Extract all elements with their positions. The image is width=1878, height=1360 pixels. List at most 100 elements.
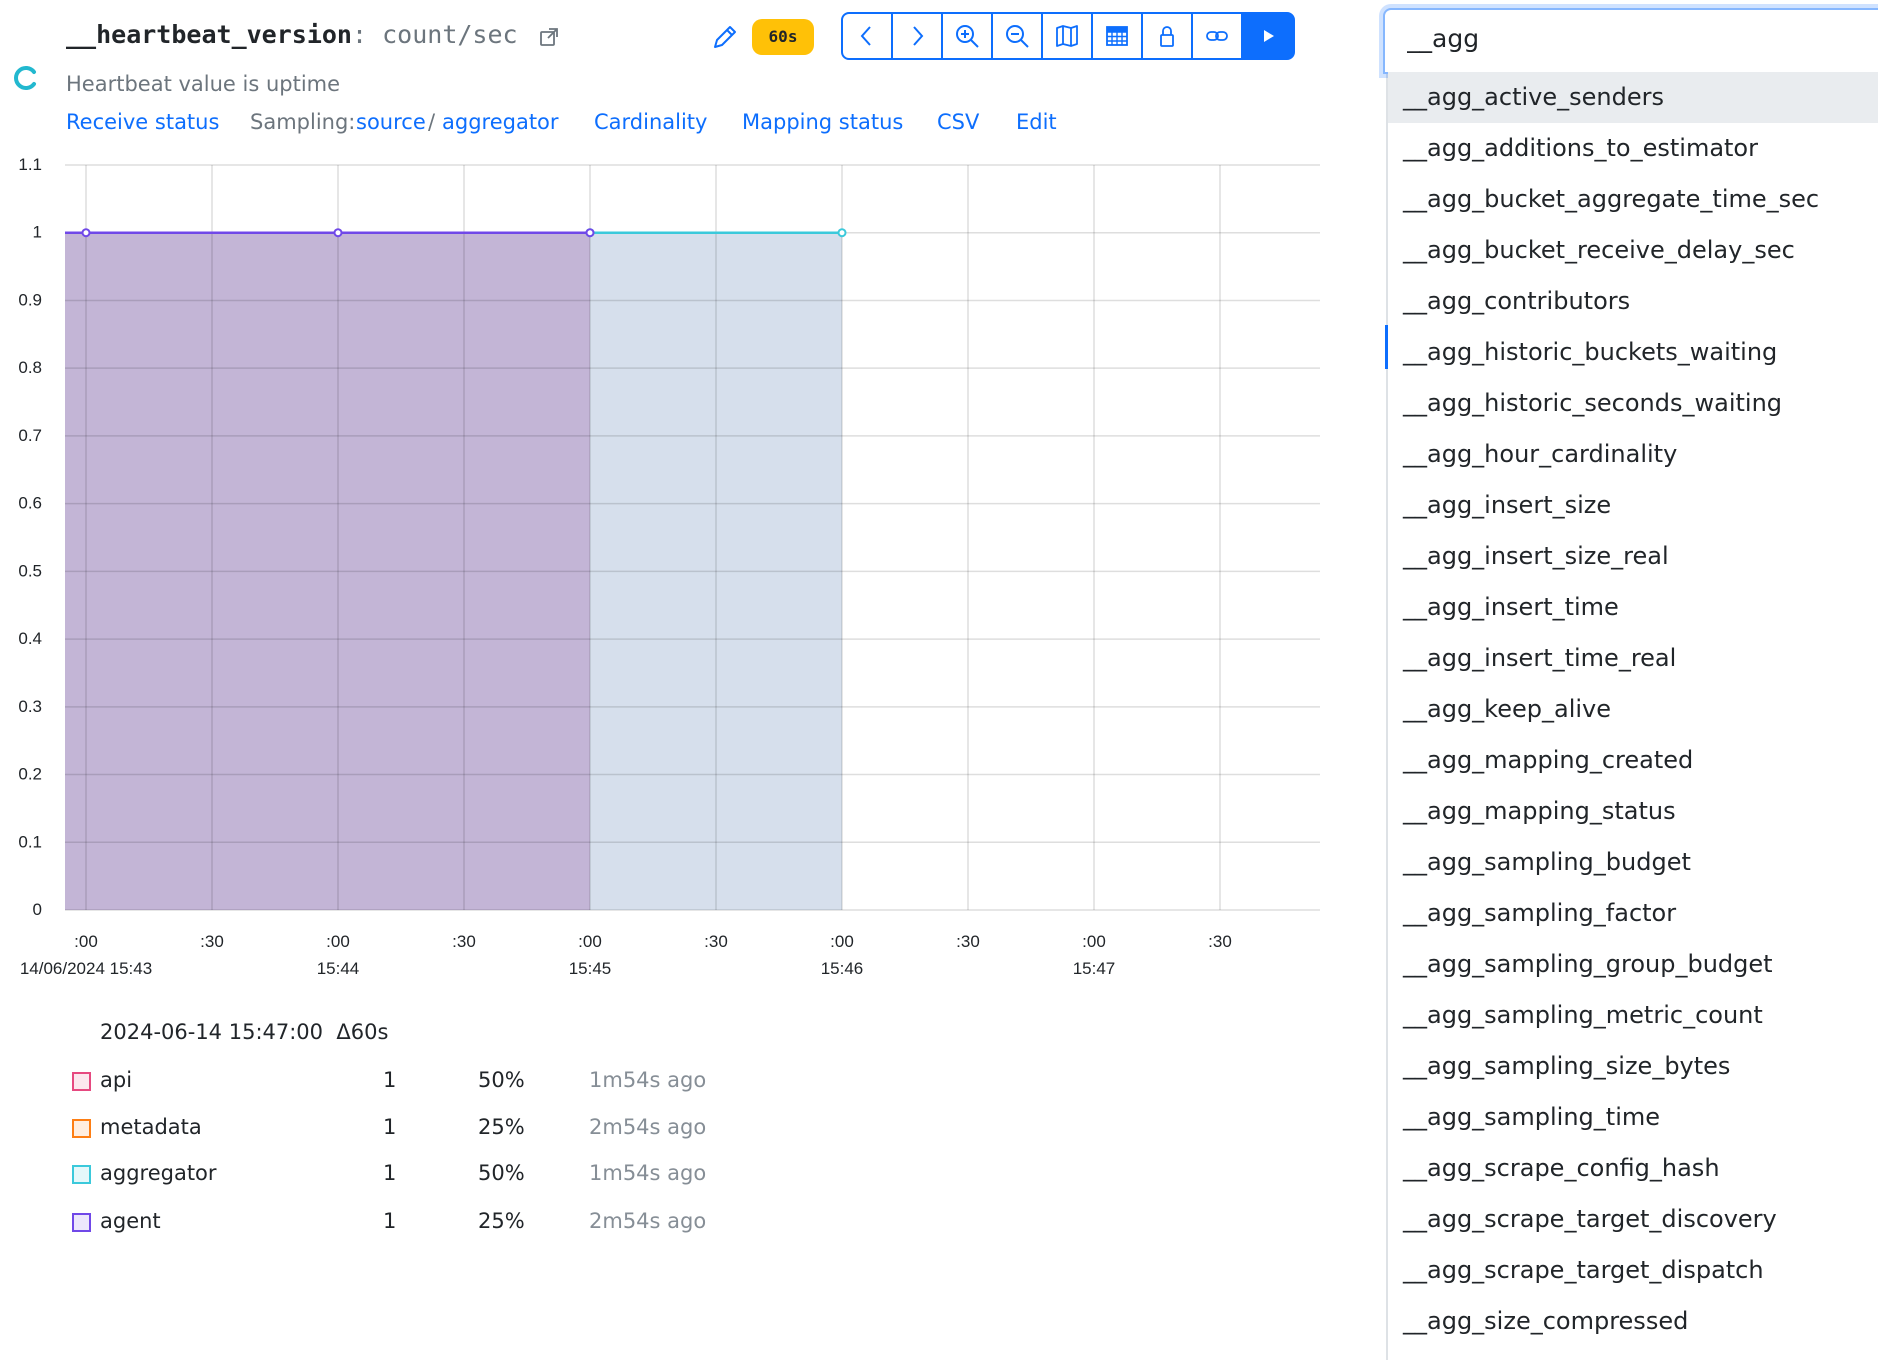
x-tick-label: :30 xyxy=(452,932,476,951)
external-link-icon[interactable] xyxy=(538,26,560,48)
legend-timestamp: 2024-06-14 15:47:00 Δ60s xyxy=(100,1020,388,1044)
table-icon xyxy=(1106,26,1128,46)
legend-swatch xyxy=(72,1119,91,1138)
receive-status-link[interactable]: Receive status xyxy=(66,110,219,134)
prev-period-button[interactable] xyxy=(841,12,893,60)
loading-spinner-icon xyxy=(14,66,36,90)
legend-series-percent: 50% xyxy=(478,1161,525,1185)
metric-description: Heartbeat value is uptime xyxy=(66,72,341,96)
metric-suggestion-item[interactable]: __agg_insert_size xyxy=(1388,480,1878,531)
data-point-aggregator[interactable] xyxy=(837,228,847,238)
metric-suggestion-item[interactable]: __agg_size_compressed xyxy=(1388,1296,1878,1347)
legend-series-age: 1m54s ago xyxy=(589,1161,707,1185)
x-tick-date-label: 15:45 xyxy=(569,959,612,978)
next-period-button[interactable] xyxy=(891,12,943,60)
legend-series-age: 2m54s ago xyxy=(589,1209,707,1233)
y-tick-label: 0.8 xyxy=(18,358,42,377)
metric-suggestion-item[interactable]: __agg_bucket_receive_delay_sec xyxy=(1388,225,1878,276)
csv-link[interactable]: CSV xyxy=(937,110,979,134)
metric-suggestion-item[interactable]: __agg_insert_time_real xyxy=(1388,633,1878,684)
legend-delta: Δ60s xyxy=(336,1020,389,1044)
legend-series-percent: 50% xyxy=(478,1068,525,1092)
legend-swatch xyxy=(72,1072,91,1091)
y-tick-label: 0.5 xyxy=(18,561,42,580)
y-tick-label: 0 xyxy=(33,900,42,919)
y-tick-label: 0.6 xyxy=(18,494,42,513)
metric-search-box[interactable] xyxy=(1383,8,1878,74)
metric-search-input[interactable] xyxy=(1407,24,1807,53)
sampling-aggregator-link[interactable]: aggregator xyxy=(442,110,559,134)
link-icon xyxy=(1206,31,1228,41)
zoom-in-icon xyxy=(956,25,979,48)
legend-series-name: aggregator xyxy=(100,1161,217,1185)
zoom-in-button[interactable] xyxy=(941,12,993,60)
legend-series-percent: 25% xyxy=(478,1115,525,1139)
graph-toolbar xyxy=(841,12,1295,60)
metric-suggestion-item[interactable]: __agg_keep_alive xyxy=(1388,684,1878,735)
legend-series-value: 1 xyxy=(383,1161,397,1185)
metric-suggestion-item[interactable]: __agg_sampling_factor xyxy=(1388,888,1878,939)
link-button[interactable] xyxy=(1191,12,1243,60)
x-tick-label: :00 xyxy=(578,932,602,951)
y-tick-label: 1 xyxy=(33,223,42,242)
metric-suggestion-item[interactable]: __agg_active_senders xyxy=(1388,72,1878,123)
metric-suggestion-item[interactable]: __agg_mapping_status xyxy=(1388,786,1878,837)
play-button[interactable] xyxy=(1241,12,1295,60)
metric-suggestion-item[interactable]: __agg_scrape_target_discovery xyxy=(1388,1194,1878,1245)
legend-series-value: 1 xyxy=(383,1209,397,1233)
legend-swatch xyxy=(72,1213,91,1232)
x-tick-label: :30 xyxy=(1208,932,1232,951)
x-tick-label: :30 xyxy=(956,932,980,951)
metric-chart[interactable]: 1.1 1 0.9 0.8 0.7 0.6 0.5 0.4 0.3 0.2 0.1 0:00 14/06… xyxy=(0,140,1330,1000)
legend-time-value: 2024-06-14 15:47:00 xyxy=(100,1020,324,1044)
data-point-agent[interactable] xyxy=(585,228,595,238)
x-tick-label: :30 xyxy=(704,932,728,951)
metric-suggestion-item[interactable]: __agg_insert_time xyxy=(1388,582,1878,633)
sampling-source-link[interactable]: source xyxy=(356,110,426,134)
pencil-icon[interactable] xyxy=(710,22,740,52)
zoom-out-button[interactable] xyxy=(991,12,1043,60)
x-tick-label: :30 xyxy=(200,932,224,951)
metric-suggestion-item[interactable]: __agg_sampling_group_budget xyxy=(1388,939,1878,990)
map-button[interactable] xyxy=(1041,12,1093,60)
metric-suggestion-item[interactable]: __agg_additions_to_estimator xyxy=(1388,123,1878,174)
legend-series-name: api xyxy=(100,1068,133,1092)
x-tick-date-label: 15:47 xyxy=(1073,959,1116,978)
play-icon xyxy=(1264,30,1274,42)
map-icon xyxy=(1056,25,1078,47)
x-tick-label: :00 xyxy=(1082,932,1106,951)
metric-suggestion-item[interactable]: __agg_historic_seconds_waiting xyxy=(1388,378,1878,429)
metric-suggestion-item[interactable]: __agg_insert_size_real xyxy=(1388,531,1878,582)
metric-suggestion-item[interactable]: __agg_contributors xyxy=(1388,276,1878,327)
edit-link[interactable]: Edit xyxy=(1016,110,1057,134)
metric-suggestion-item[interactable]: __agg_sampling_time xyxy=(1388,1092,1878,1143)
x-tick-date-label: 15:46 xyxy=(821,959,864,978)
interval-badge[interactable]: 60s xyxy=(752,19,814,55)
x-tick-label: :00 xyxy=(326,932,350,951)
legend-series-value: 1 xyxy=(383,1068,397,1092)
mapping-status-link[interactable]: Mapping status xyxy=(742,110,903,134)
x-tick-date-label: 15:44 xyxy=(317,959,360,978)
data-point-agent[interactable] xyxy=(333,228,343,238)
metric-suggestion-item[interactable]: __agg_historic_buckets_waiting xyxy=(1388,327,1878,378)
metric-suggestion-item[interactable]: __agg_hour_cardinality xyxy=(1388,429,1878,480)
data-point-agent[interactable] xyxy=(81,228,91,238)
metric-suggestion-item[interactable]: __agg_sampling_size_bytes xyxy=(1388,1041,1878,1092)
metric-suggestion-item[interactable]: __agg_bucket_aggregate_time_sec xyxy=(1388,174,1878,225)
lock-button[interactable] xyxy=(1141,12,1193,60)
chevron-right-icon xyxy=(913,26,924,46)
metric-suggestion-item[interactable]: __agg_scrape_target_dispatch xyxy=(1388,1245,1878,1296)
zoom-out-icon xyxy=(1006,25,1029,48)
cardinality-link[interactable]: Cardinality xyxy=(594,110,707,134)
metric-suggestion-item[interactable]: __agg_sampling_budget xyxy=(1388,837,1878,888)
title-separator: : xyxy=(351,20,368,49)
legend-swatch xyxy=(72,1165,91,1184)
lock-icon xyxy=(1160,26,1174,47)
metric-suggestion-item[interactable]: __agg_scrape_config_hash xyxy=(1388,1143,1878,1194)
sampling-slash: / xyxy=(428,110,436,134)
table-button[interactable] xyxy=(1091,12,1143,60)
legend-series-name: agent xyxy=(100,1209,161,1233)
metric-suggestion-item[interactable]: __agg_mapping_created xyxy=(1388,735,1878,786)
y-tick-label: 0.4 xyxy=(18,629,42,648)
metric-suggestion-item[interactable]: __agg_sampling_metric_count xyxy=(1388,990,1878,1041)
